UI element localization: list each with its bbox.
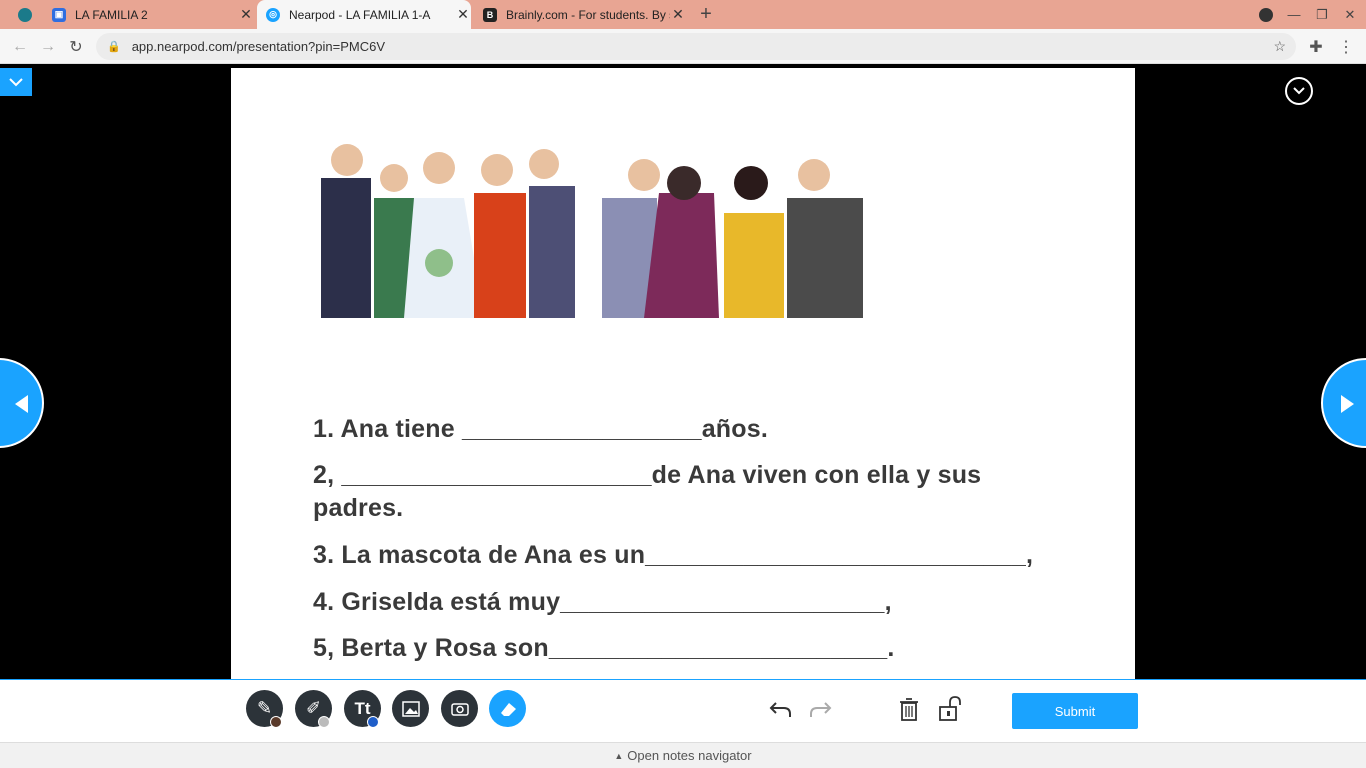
highlighter-color-swatch[interactable] — [318, 716, 330, 728]
question-3: 3. La mascota de Ana es un______________… — [313, 541, 1034, 569]
drawing-toolbar — [0, 679, 1366, 742]
tab-la-familia-2[interactable]: ▣ LA FAMILIA 2 ✕ — [46, 0, 254, 29]
new-tab-button[interactable]: + — [692, 0, 720, 29]
close-window-button[interactable]: ✕ — [1336, 0, 1364, 29]
browser-toolbar: ← → ↻ 🔒 app.nearpod.com/presentation?pin… — [0, 29, 1366, 64]
caret-up-icon: ▲ — [614, 750, 624, 761]
minimize-button[interactable]: — — [1280, 0, 1308, 29]
tab-title: Nearpod - LA FAMILIA 1-A — [289, 7, 431, 22]
restore-button[interactable]: ❐ — [1308, 0, 1336, 29]
delete-button[interactable] — [895, 694, 923, 724]
family-photo-group — [599, 153, 867, 320]
forward-button[interactable]: → — [38, 37, 58, 57]
question-1: 1. Ana tiene _________________años. — [313, 415, 768, 443]
bookmark-star-icon[interactable]: ☆ — [1273, 38, 1286, 55]
tab-title: Brainly.com - For students. By st — [506, 7, 670, 22]
slide: 1. Ana tiene _________________años. 2, _… — [231, 68, 1135, 679]
reload-button[interactable]: ↻ — [66, 37, 86, 57]
text-icon: Tt — [354, 698, 371, 718]
question-2-continued: padres. — [313, 494, 404, 522]
tab-title: LA FAMILIA 2 — [75, 7, 148, 22]
back-button[interactable]: ← — [10, 37, 30, 57]
tab-nearpod[interactable]: ◎ Nearpod - LA FAMILIA 1-A ✕ — [257, 0, 471, 29]
trash-icon — [900, 698, 918, 721]
notes-navigator-label: Open notes navigator — [627, 748, 752, 763]
collapse-header-button[interactable] — [0, 68, 32, 96]
brainly-icon: B — [483, 7, 497, 22]
notes-navigator-toggle[interactable]: ▲ Open notes navigator — [0, 742, 1366, 768]
pen-color-swatch[interactable] — [270, 716, 282, 728]
question-4: 4. Griselda está muy____________________… — [313, 588, 892, 616]
close-icon[interactable]: ✕ — [455, 6, 471, 23]
image-icon — [401, 700, 420, 717]
eraser-tool-button[interactable] — [489, 690, 526, 727]
lock-toggle-button[interactable] — [937, 694, 965, 724]
extensions-icon[interactable]: ✚ — [1306, 37, 1326, 57]
eraser-icon — [500, 702, 516, 716]
arrow-left-icon — [15, 395, 28, 413]
text-color-swatch[interactable] — [367, 716, 379, 728]
slides-icon: ▣ — [52, 7, 66, 22]
image-tool-button[interactable] — [392, 690, 429, 727]
url-text: app.nearpod.com/presentation?pin=PMC6V — [131, 39, 386, 54]
submit-button[interactable]: Submit — [1012, 693, 1138, 729]
family-photo-wedding — [319, 138, 577, 320]
close-icon[interactable]: ✕ — [670, 6, 686, 23]
pen-icon: ✎ — [256, 698, 273, 718]
highlighter-icon: ✐ — [305, 698, 322, 718]
lock-icon: 🔒 — [107, 41, 121, 53]
nearpod-icon: ◎ — [266, 7, 280, 22]
chevron-down-icon — [9, 78, 23, 87]
close-icon[interactable]: ✕ — [238, 6, 254, 23]
menu-icon[interactable]: ⋮ — [1336, 37, 1356, 57]
tab-search-icon[interactable] — [1252, 0, 1280, 29]
camera-tool-button[interactable] — [441, 690, 478, 727]
question-2: 2, ______________________de Ana viven co… — [313, 461, 982, 489]
arrow-right-icon — [1341, 395, 1354, 413]
pinned-tab[interactable] — [6, 0, 46, 29]
undo-button[interactable] — [766, 694, 794, 724]
browser-tab-strip: ▣ LA FAMILIA 2 ✕ ◎ Nearpod - LA FAMILIA … — [0, 0, 1366, 29]
camera-icon — [450, 703, 469, 716]
chevron-down-icon — [1293, 87, 1305, 95]
undo-icon — [769, 702, 791, 717]
unlock-icon — [939, 696, 961, 721]
tab-brainly[interactable]: B Brainly.com - For students. By st ✕ — [474, 0, 686, 29]
question-5: 5, Berta y Rosa son_____________________… — [313, 634, 895, 662]
address-bar[interactable]: 🔒 app.nearpod.com/presentation?pin=PMC6V… — [96, 33, 1296, 60]
options-button[interactable] — [1285, 77, 1313, 105]
pinned-app-icon — [18, 7, 32, 22]
redo-icon — [810, 702, 832, 717]
redo-button[interactable] — [807, 694, 835, 724]
